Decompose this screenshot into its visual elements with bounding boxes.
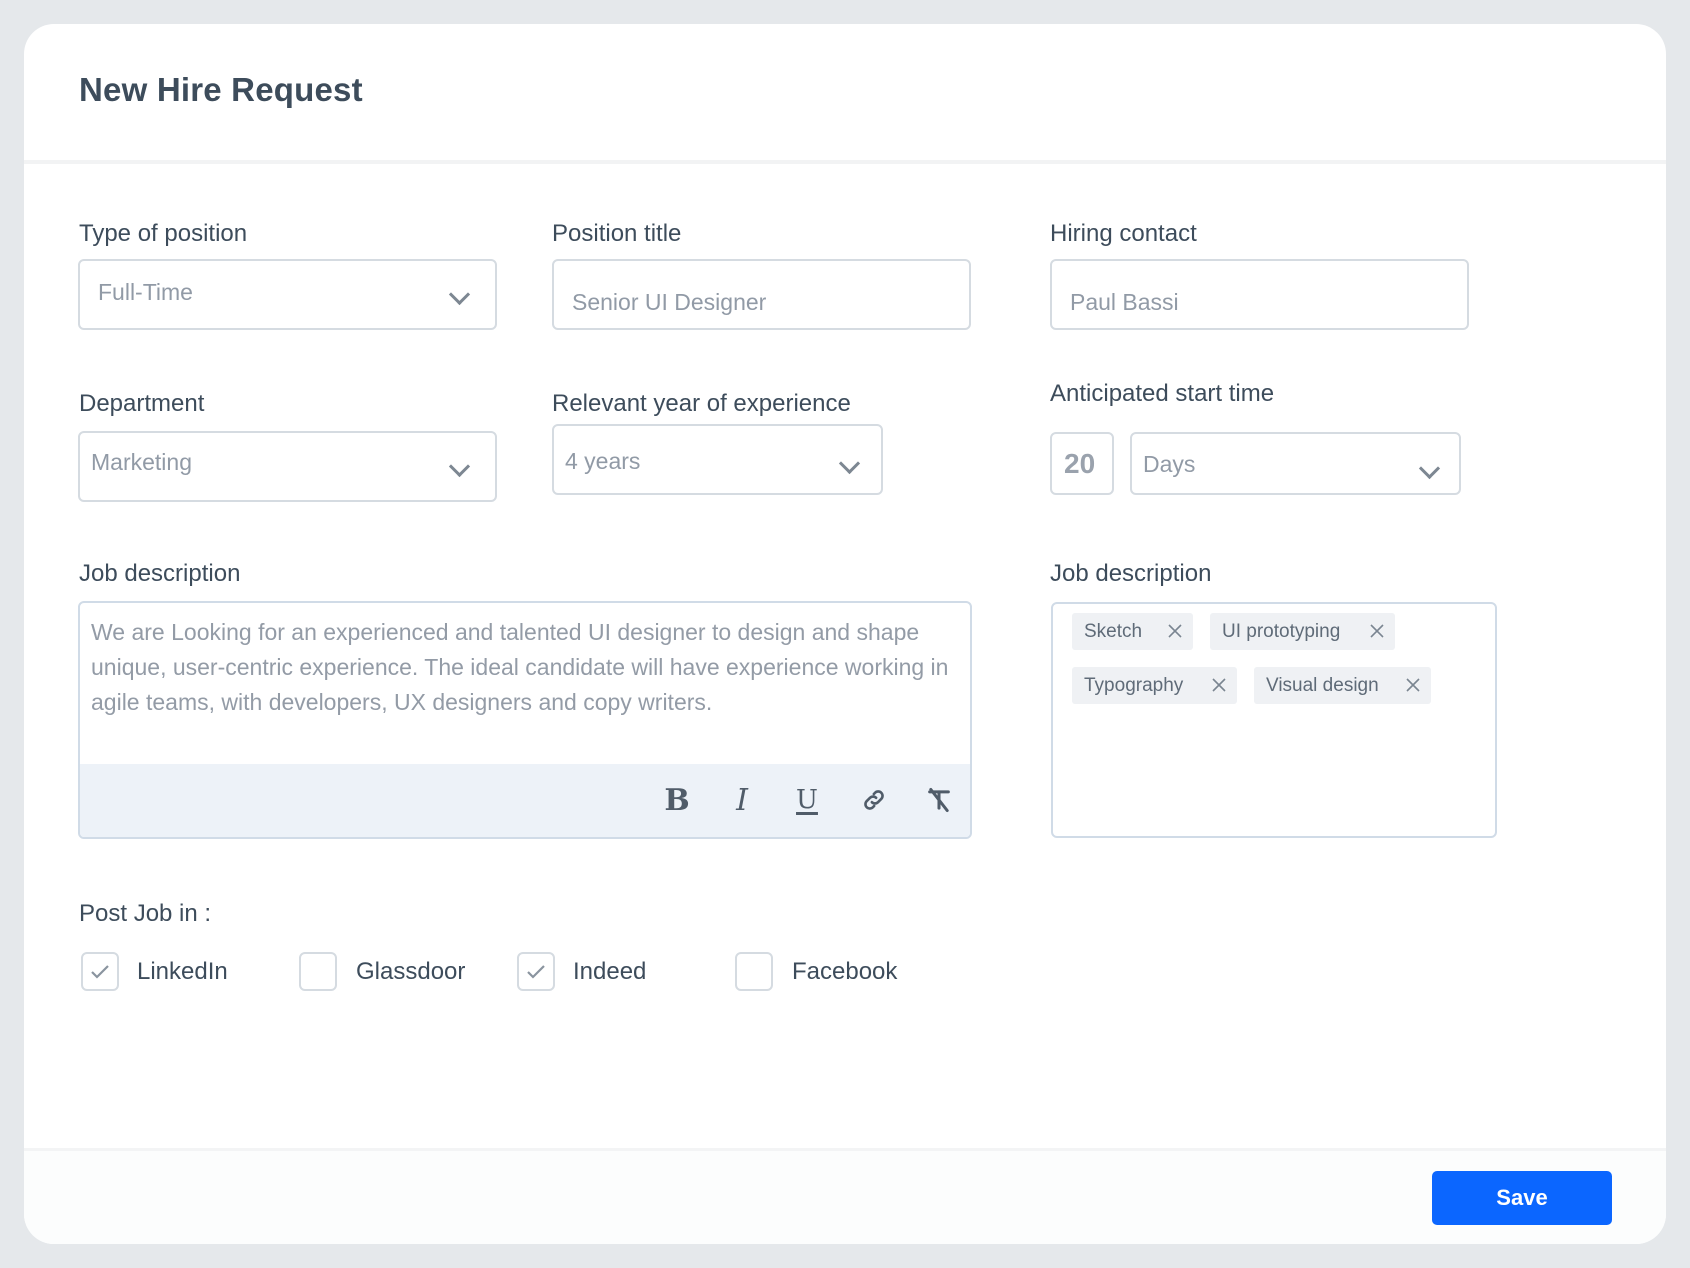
- start-time-amount-input[interactable]: 20: [1050, 432, 1114, 495]
- hiring-contact-placeholder: Paul Bassi: [1070, 289, 1179, 315]
- chevron-down-icon: [448, 283, 471, 306]
- checkmark-icon: [91, 965, 109, 979]
- close-icon[interactable]: [1367, 621, 1387, 641]
- close-icon[interactable]: [1165, 621, 1185, 641]
- department-value: Marketing: [91, 449, 192, 475]
- new-hire-request-card: New Hire Request Type of position Full-T…: [24, 24, 1666, 1244]
- italic-icon: I: [736, 782, 748, 818]
- department-select[interactable]: Marketing: [78, 431, 497, 502]
- post-job-label: Post Job in :: [79, 900, 212, 927]
- checkbox-indeed[interactable]: [517, 952, 555, 991]
- start-time-unit: Days: [1143, 451, 1196, 477]
- start-time-label: Anticipated start time: [1050, 380, 1275, 407]
- department-label: Department: [79, 390, 205, 417]
- position-title-placeholder: Senior UI Designer: [572, 289, 767, 315]
- tag-label: UI prototyping: [1222, 620, 1341, 642]
- start-time-unit-select[interactable]: Days: [1130, 432, 1461, 495]
- job-description-label: Job description: [79, 560, 241, 587]
- checkbox-label-glassdoor[interactable]: Glassdoor: [356, 958, 465, 986]
- clear-format-icon: [928, 787, 950, 813]
- close-icon[interactable]: [1403, 675, 1423, 695]
- job-description-editor[interactable]: We are Looking for an experienced and ta…: [78, 601, 972, 839]
- footer: Save: [24, 1148, 1666, 1244]
- underline-icon: U: [796, 785, 818, 815]
- checkmark-icon: [527, 965, 545, 979]
- hiring-contact-input[interactable]: Paul Bassi: [1050, 259, 1469, 330]
- experience-label: Relevant year of experience: [552, 390, 851, 417]
- type-of-position-value: Full-Time: [98, 279, 193, 305]
- job-description-text[interactable]: We are Looking for an experienced and ta…: [91, 615, 961, 720]
- position-title-input[interactable]: Senior UI Designer: [552, 259, 971, 330]
- type-of-position-select[interactable]: Full-Time: [78, 259, 497, 330]
- italic-button[interactable]: I: [722, 780, 762, 820]
- page-title: New Hire Request: [79, 71, 363, 108]
- chevron-down-icon: [1418, 457, 1441, 480]
- underline-button[interactable]: U: [787, 780, 827, 820]
- experience-value: 4 years: [565, 448, 641, 474]
- type-of-position-label: Type of position: [79, 220, 248, 247]
- skills-tag-input[interactable]: Sketch UI prototyping Typography Visual …: [1051, 602, 1497, 838]
- checkbox-glassdoor[interactable]: [299, 952, 337, 991]
- close-icon[interactable]: [1209, 675, 1229, 695]
- checkbox-linkedin[interactable]: [81, 952, 119, 991]
- link-button[interactable]: [854, 780, 894, 820]
- tag-visual-design: Visual design: [1254, 667, 1431, 704]
- header: New Hire Request: [24, 24, 1666, 164]
- checkbox-label-facebook[interactable]: Facebook: [792, 958, 897, 986]
- save-button[interactable]: Save: [1432, 1171, 1612, 1225]
- checkbox-facebook[interactable]: [735, 952, 773, 991]
- tag-label: Typography: [1084, 674, 1184, 696]
- formatting-toolbar: B I U: [80, 764, 970, 837]
- chevron-down-icon: [838, 452, 861, 475]
- hiring-contact-label: Hiring contact: [1050, 220, 1197, 247]
- bold-icon: B: [664, 782, 690, 818]
- tag-label: Sketch: [1084, 620, 1143, 642]
- tag-label: Visual design: [1266, 674, 1379, 696]
- checkbox-label-indeed[interactable]: Indeed: [573, 958, 646, 986]
- skills-label: Job description: [1050, 560, 1212, 587]
- tag-sketch: Sketch: [1072, 613, 1193, 650]
- checkbox-label-linkedin[interactable]: LinkedIn: [137, 958, 228, 986]
- start-time-amount: 20: [1064, 448, 1096, 479]
- clear-format-button[interactable]: [919, 780, 959, 820]
- bold-button[interactable]: B: [657, 780, 697, 820]
- tag-typography: Typography: [1072, 667, 1237, 704]
- position-title-label: Position title: [552, 220, 682, 247]
- experience-select[interactable]: 4 years: [552, 424, 883, 495]
- chevron-down-icon: [448, 455, 471, 478]
- tag-ui-prototyping: UI prototyping: [1210, 613, 1395, 650]
- link-icon: [864, 790, 884, 810]
